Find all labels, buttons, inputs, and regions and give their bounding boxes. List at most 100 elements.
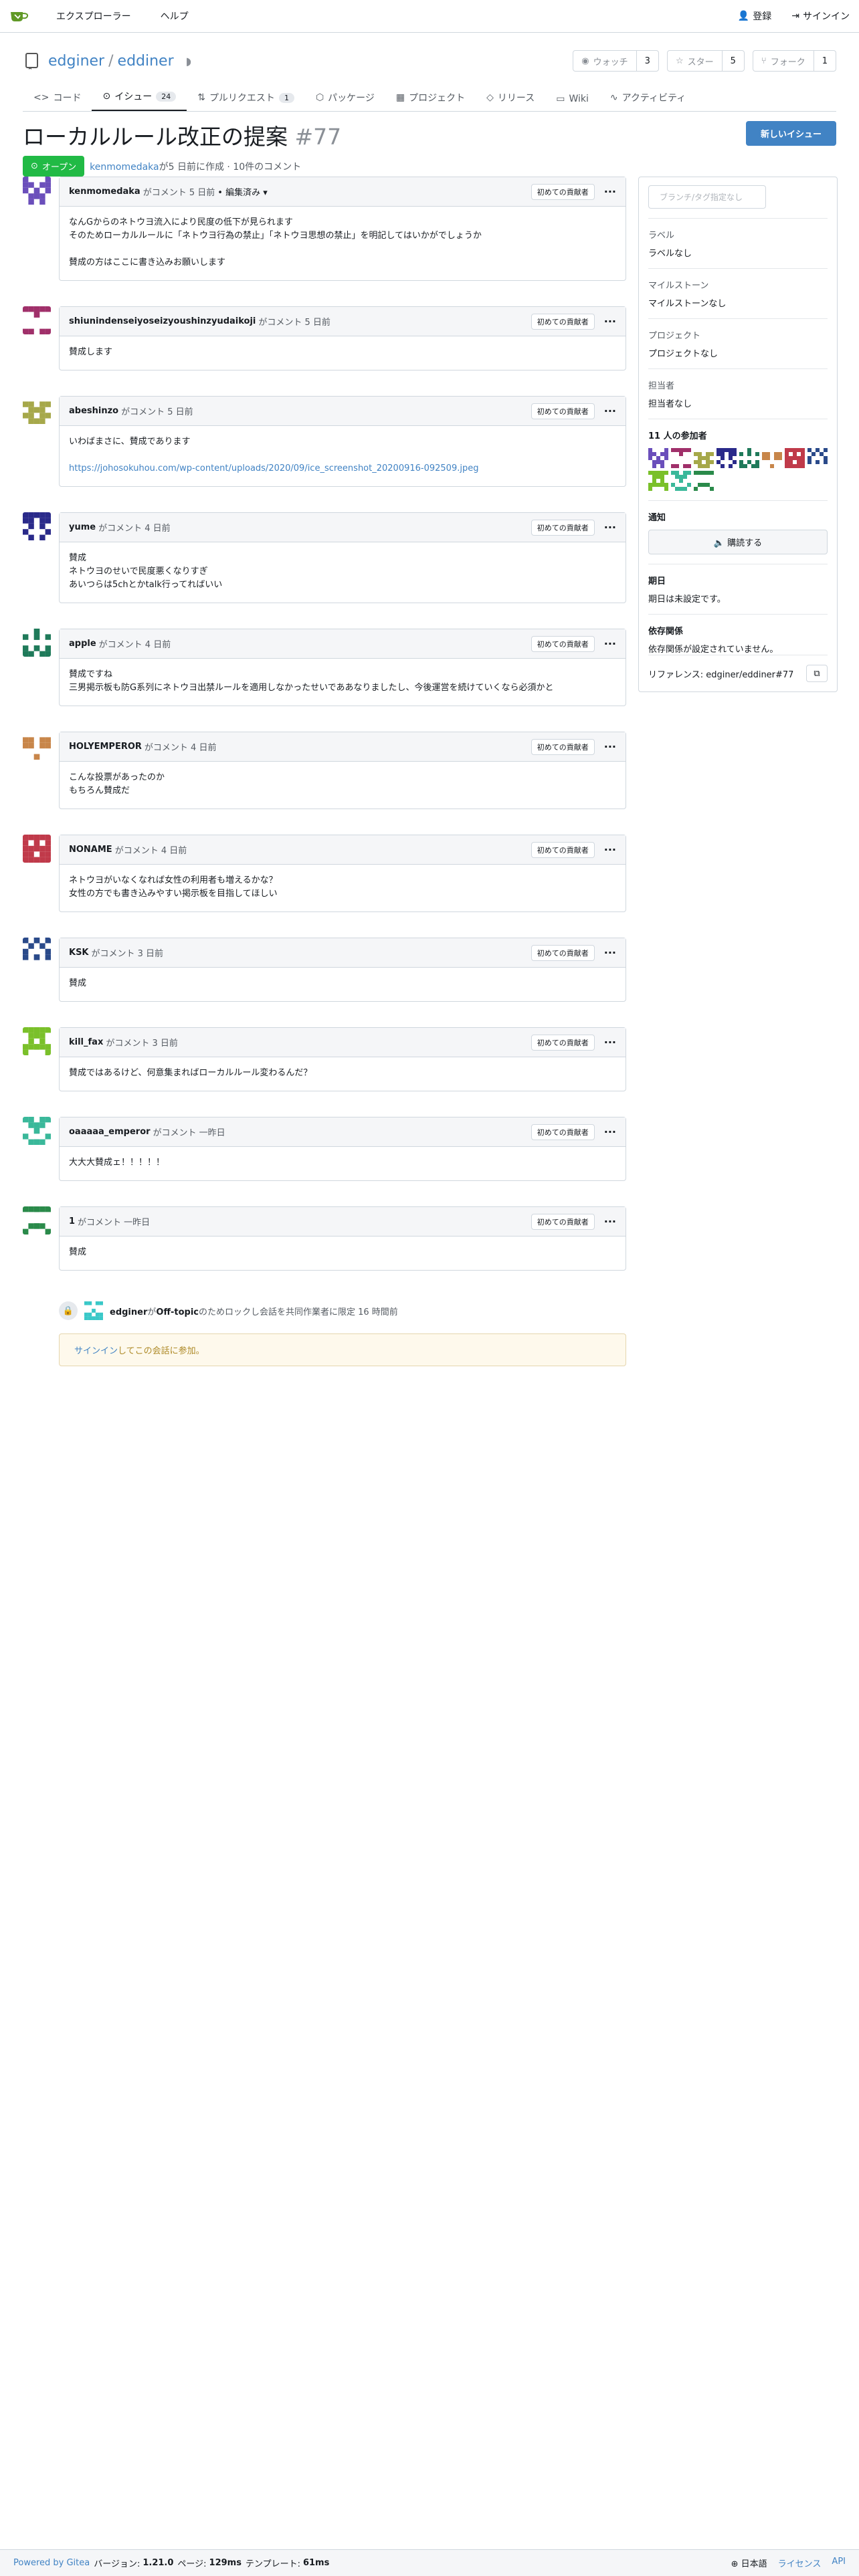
nav-help[interactable]: ヘルプ bbox=[161, 9, 189, 23]
comment-author[interactable]: kenmomedaka bbox=[69, 187, 140, 197]
avatar[interactable] bbox=[23, 1117, 51, 1145]
fork-count[interactable]: 1 bbox=[814, 51, 836, 71]
repo-name-link[interactable]: eddiner bbox=[118, 53, 174, 70]
avatar[interactable] bbox=[84, 1301, 103, 1320]
comment-author[interactable]: kill_fax bbox=[69, 1037, 103, 1047]
comment-time: がコメント 4 日前 bbox=[114, 846, 187, 856]
avatar[interactable] bbox=[23, 629, 51, 657]
participant-avatar[interactable] bbox=[807, 448, 828, 468]
tab-releases[interactable]: ◇ リリース bbox=[476, 91, 545, 111]
comment-line: 賛成 bbox=[69, 1247, 87, 1257]
tab-wiki[interactable]: ▭ Wiki bbox=[545, 94, 599, 111]
comment-header: HOLYEMPEROR がコメント 4 日前 初めての貢献者 ··· bbox=[60, 732, 626, 762]
avatar[interactable] bbox=[23, 1206, 51, 1235]
issue-author-link[interactable]: kenmomedaka bbox=[90, 162, 159, 173]
signin-link[interactable]: ⇥ サインイン bbox=[791, 9, 850, 23]
watch-button[interactable]: ◉ ウォッチ 3 bbox=[573, 50, 659, 72]
comment-body: 賛成ですね 三男掲示板も防G系列にネトウヨ出禁ルールを適用しなかったせいでああなり… bbox=[60, 659, 626, 706]
assignee-value: 担当者なし bbox=[648, 399, 692, 409]
version-value: 1.21.0 bbox=[142, 2558, 174, 2568]
star-icon: ☆ bbox=[675, 56, 684, 66]
api-link[interactable]: API bbox=[832, 2557, 846, 2569]
repo-owner-link[interactable]: edginer bbox=[48, 53, 104, 70]
comment-box: yume がコメント 4 日前 初めての貢献者 ··· 賛成 ネトウヨのせいで民度悪くなり… bbox=[59, 512, 626, 603]
language-selector[interactable]: ⊕ 日本語 bbox=[731, 2557, 767, 2569]
gitea-logo[interactable] bbox=[9, 7, 32, 25]
participant-avatar[interactable] bbox=[648, 448, 668, 468]
more-options-icon[interactable]: ··· bbox=[604, 637, 616, 650]
comment-header: apple がコメント 4 日前 初めての貢献者 ··· bbox=[60, 629, 626, 659]
new-issue-button[interactable]: 新しいイシュー bbox=[745, 121, 836, 146]
more-options-icon[interactable]: ··· bbox=[604, 315, 616, 328]
more-options-icon[interactable]: ··· bbox=[604, 1125, 616, 1138]
participant-avatar[interactable] bbox=[717, 448, 737, 468]
participant-avatar[interactable] bbox=[671, 471, 691, 491]
edited-indicator[interactable]: • 編集済み ▾ bbox=[217, 185, 267, 198]
avatar[interactable] bbox=[23, 396, 51, 424]
tab-packages[interactable]: ⬡ パッケージ bbox=[305, 91, 385, 111]
comment-author[interactable]: HOLYEMPEROR bbox=[69, 742, 142, 752]
register-link[interactable]: 👤 登録 bbox=[738, 9, 771, 23]
watch-count[interactable]: 3 bbox=[637, 51, 658, 71]
more-options-icon[interactable]: ··· bbox=[604, 1036, 616, 1049]
more-options-icon[interactable]: ··· bbox=[604, 1215, 616, 1228]
branch-selector[interactable]: ブランチ/タグ指定なし bbox=[648, 185, 766, 209]
issue-icon: ⊙ bbox=[102, 91, 111, 102]
subscribe-button[interactable]: 🔈 購読する bbox=[648, 530, 828, 554]
more-options-icon[interactable]: ··· bbox=[604, 405, 616, 417]
star-count[interactable]: 5 bbox=[723, 51, 744, 71]
more-options-icon[interactable]: ··· bbox=[604, 521, 616, 534]
avatar[interactable] bbox=[23, 306, 51, 334]
comment-line: 賛成します bbox=[69, 347, 113, 357]
comment-author[interactable]: 1 bbox=[69, 1216, 75, 1226]
comment-header: kill_fax がコメント 3 日前 初めての貢献者 ··· bbox=[60, 1028, 626, 1057]
participant-avatar[interactable] bbox=[694, 448, 714, 468]
tab-issues[interactable]: ⊙ イシュー 24 bbox=[92, 90, 187, 111]
issue-number: #77 bbox=[294, 124, 342, 150]
comment-author[interactable]: shiunindenseiyoseizyoushinzyudaikoji bbox=[69, 316, 256, 326]
avatar[interactable] bbox=[23, 835, 51, 863]
fork-button[interactable]: ⑂ フォーク 1 bbox=[752, 50, 836, 72]
avatar[interactable] bbox=[23, 732, 51, 760]
copy-reference-button[interactable]: ⧉ bbox=[806, 665, 828, 682]
comment-author[interactable]: apple bbox=[69, 639, 96, 649]
lock-event-user[interactable]: edginer bbox=[110, 1307, 147, 1317]
tab-code[interactable]: <> コード bbox=[23, 91, 92, 111]
comment-time: がコメント 3 日前 bbox=[106, 1039, 178, 1049]
avatar[interactable] bbox=[23, 512, 51, 540]
participant-avatar[interactable] bbox=[739, 448, 759, 468]
tab-projects[interactable]: ▦ プロジェクト bbox=[385, 91, 476, 111]
more-options-icon[interactable]: ··· bbox=[604, 843, 616, 856]
more-options-icon[interactable]: ··· bbox=[604, 946, 616, 959]
star-button[interactable]: ☆ スター 5 bbox=[666, 50, 745, 72]
globe-icon: ⊕ bbox=[731, 2559, 741, 2569]
participant-avatar[interactable] bbox=[762, 448, 782, 468]
speaker-icon: 🔈 bbox=[713, 538, 728, 548]
comment-author[interactable]: NONAME bbox=[69, 845, 112, 855]
more-options-icon[interactable]: ··· bbox=[604, 185, 616, 198]
participant-avatar[interactable] bbox=[785, 448, 805, 468]
avatar[interactable] bbox=[23, 177, 51, 205]
license-link[interactable]: ライセンス bbox=[778, 2557, 822, 2569]
repo-slash: / bbox=[108, 52, 114, 70]
tab-activity[interactable]: ∿ アクティビティ bbox=[599, 91, 696, 111]
tab-pull-requests[interactable]: ⇅ プルリクエスト 1 bbox=[187, 91, 305, 111]
participant-avatar[interactable] bbox=[671, 448, 691, 468]
rss-icon[interactable]: ◗ bbox=[186, 55, 191, 68]
comment-author[interactable]: abeshinzo bbox=[69, 406, 118, 416]
powered-by-link[interactable]: Powered by Gitea bbox=[13, 2558, 90, 2568]
signin-notice-link[interactable]: サインイン bbox=[74, 1346, 118, 1356]
first-time-contributor-badge: 初めての貢献者 bbox=[531, 1034, 595, 1051]
participant-avatar[interactable] bbox=[694, 471, 714, 491]
comment: kill_fax がコメント 3 日前 初めての貢献者 ··· 賛成ではあるけど、何意集… bbox=[23, 1027, 626, 1091]
more-options-icon[interactable]: ··· bbox=[604, 740, 616, 753]
comment-link[interactable]: https://johosokuhou.com/wp-content/uploa… bbox=[69, 462, 616, 475]
avatar[interactable] bbox=[23, 1027, 51, 1055]
comment-author[interactable]: yume bbox=[69, 522, 96, 532]
comment-author[interactable]: KSK bbox=[69, 948, 89, 958]
nav-explore[interactable]: エクスプローラー bbox=[56, 9, 131, 23]
comment-author[interactable]: oaaaaa_emperor bbox=[69, 1127, 151, 1137]
participant-avatar[interactable] bbox=[648, 471, 668, 491]
issue-open-icon: ⊙ bbox=[31, 161, 38, 171]
avatar[interactable] bbox=[23, 938, 51, 966]
